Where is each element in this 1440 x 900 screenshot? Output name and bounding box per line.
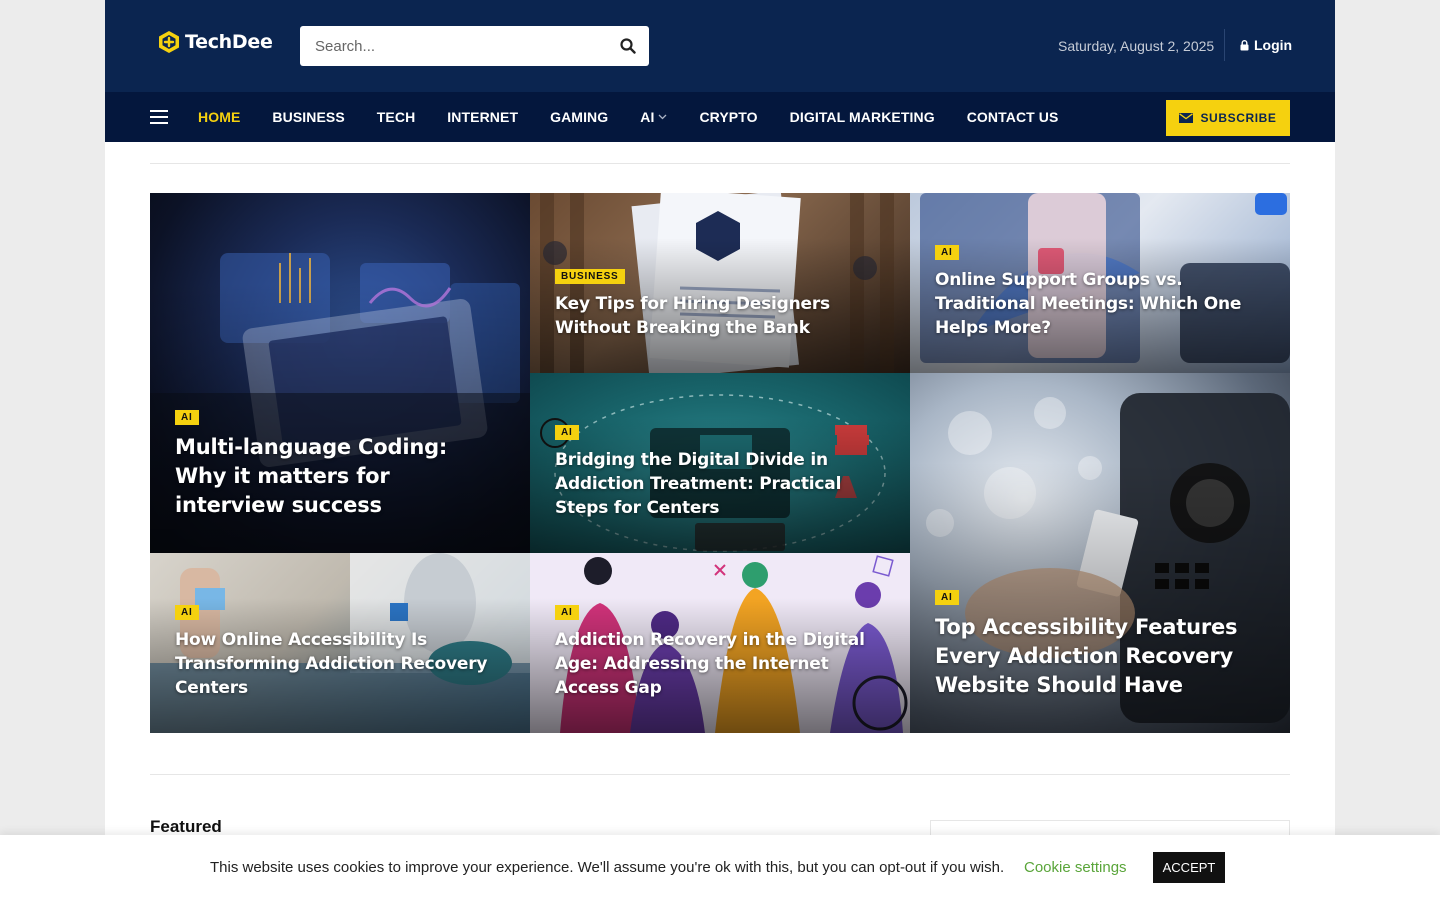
category-badge[interactable]: AI (175, 410, 199, 425)
nav-item-gaming[interactable]: GAMING (550, 109, 608, 125)
search-box (300, 26, 649, 66)
post-title[interactable]: Top Accessibility Features Every Addicti… (935, 613, 1265, 700)
page-container: TechDee Saturday, August 2, 2025 Login H… (105, 0, 1335, 900)
hero-post-3[interactable]: AI Bridging the Digital Divide in Addict… (530, 373, 910, 553)
cookie-banner: This website uses cookies to improve you… (0, 835, 1440, 900)
logo-hex-icon (159, 31, 179, 53)
category-badge[interactable]: AI (555, 605, 579, 620)
divider-bottom (150, 774, 1290, 775)
nav-menu: HOME BUSINESS TECH INTERNET GAMING AI CR… (198, 92, 1090, 142)
post-title[interactable]: Online Support Groups vs. Traditional Me… (935, 268, 1265, 340)
hero-post-0[interactable]: AI Multi-language Coding: Why it matters… (150, 193, 530, 553)
category-badge[interactable]: BUSINESS (555, 269, 625, 284)
nav-item-tech[interactable]: TECH (377, 109, 416, 125)
divider-top (150, 163, 1290, 164)
hero-post-5[interactable]: AI How Online Accessibility Is Transform… (150, 553, 530, 733)
logo-text: TechDee (185, 31, 273, 53)
post-title[interactable]: How Online Accessibility Is Transforming… (175, 628, 505, 700)
nav-item-home[interactable]: HOME (198, 109, 240, 125)
category-badge[interactable]: AI (175, 605, 199, 620)
hero-post-6[interactable]: AI Addiction Recovery in the Digital Age… (530, 553, 910, 733)
nav-item-crypto[interactable]: CRYPTO (699, 109, 757, 125)
site-logo[interactable]: TechDee (157, 30, 273, 54)
hero-post-2[interactable]: AI Online Support Groups vs. Traditional… (910, 193, 1290, 373)
post-title[interactable]: Bridging the Digital Divide in Addiction… (555, 448, 885, 520)
subscribe-button[interactable]: SUBSCRIBE (1166, 100, 1290, 136)
nav-item-digital-marketing[interactable]: DIGITAL MARKETING (790, 109, 935, 125)
envelope-icon (1179, 113, 1194, 123)
category-badge[interactable]: AI (555, 425, 579, 440)
login-link[interactable]: Login (1240, 37, 1292, 53)
nav-item-contact-us[interactable]: CONTACT US (967, 109, 1059, 125)
section-heading-featured: Featured (150, 817, 222, 836)
chevron-down-icon (659, 114, 667, 120)
cookie-settings-link[interactable]: Cookie settings (1024, 859, 1127, 876)
main-nav: HOME BUSINESS TECH INTERNET GAMING AI CR… (105, 92, 1335, 142)
search-input[interactable] (300, 26, 600, 66)
header-divider (1224, 29, 1225, 61)
nav-item-internet[interactable]: INTERNET (447, 109, 518, 125)
nav-item-ai[interactable]: AI (640, 109, 667, 125)
current-date: Saturday, August 2, 2025 (1058, 38, 1215, 54)
hero-post-1[interactable]: BUSINESS Key Tips for Hiring Designers W… (530, 193, 910, 373)
lock-icon (1240, 39, 1249, 50)
hero-post-4[interactable]: AI Top Accessibility Features Every Addi… (910, 373, 1290, 733)
cookie-message: This website uses cookies to improve you… (210, 859, 1005, 876)
post-title[interactable]: Key Tips for Hiring Designers Without Br… (555, 292, 885, 340)
login-label: Login (1254, 37, 1293, 53)
search-icon[interactable] (619, 37, 637, 55)
top-header: TechDee Saturday, August 2, 2025 Login (105, 0, 1335, 92)
category-badge[interactable]: AI (935, 590, 959, 605)
hero-grid: AI Multi-language Coding: Why it matters… (150, 193, 1290, 733)
hamburger-icon[interactable] (150, 110, 168, 124)
category-badge[interactable]: AI (935, 245, 959, 260)
nav-item-business[interactable]: BUSINESS (272, 109, 344, 125)
post-title[interactable]: Multi-language Coding: Why it matters fo… (175, 433, 505, 520)
accept-cookies-button[interactable]: ACCEPT (1153, 852, 1225, 883)
post-title[interactable]: Addiction Recovery in the Digital Age: A… (555, 628, 885, 700)
